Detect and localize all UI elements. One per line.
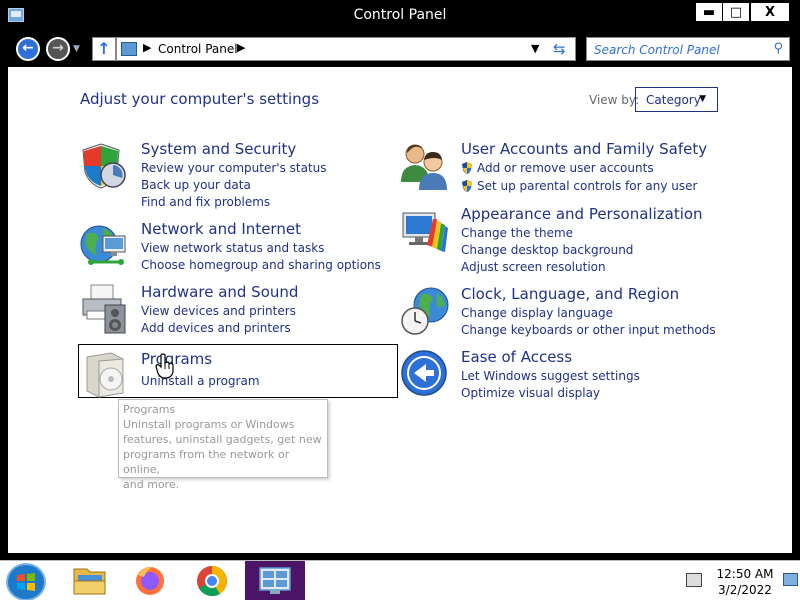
refresh-icon[interactable]: ⇆ xyxy=(553,40,566,58)
taskbar-firefox[interactable] xyxy=(120,561,178,600)
link-add-remove-accounts[interactable]: Add or remove user accounts xyxy=(477,161,654,175)
address-dropdown-icon[interactable]: ▼ xyxy=(531,42,539,55)
control-panel-icon xyxy=(121,42,137,56)
control-panel-icon xyxy=(259,567,291,594)
link-display-language[interactable]: Change display language xyxy=(461,306,613,320)
link-back-up-data[interactable]: Back up your data xyxy=(141,178,251,192)
tooltip-line: programs from the network or online, xyxy=(123,448,290,476)
link-screen-resolution[interactable]: Adjust screen resolution xyxy=(461,260,606,274)
category-user-accounts[interactable]: User Accounts and Family Safety xyxy=(461,140,707,158)
network-tray-icon[interactable] xyxy=(686,573,702,587)
link-view-devices-printers[interactable]: View devices and printers xyxy=(141,304,296,318)
uac-shield-icon xyxy=(462,162,472,174)
start-button[interactable] xyxy=(6,563,46,600)
back-button[interactable]: ← xyxy=(16,37,40,61)
search-placeholder: Search Control Panel xyxy=(594,43,720,57)
link-homegroup-sharing[interactable]: Choose homegroup and sharing options xyxy=(141,258,381,272)
category-programs[interactable]: Programs xyxy=(141,350,212,368)
breadcrumb-separator-icon[interactable]: ▶ xyxy=(237,41,245,54)
link-keyboards-input[interactable]: Change keyboards or other input methods xyxy=(461,323,716,337)
network-globe-icon[interactable] xyxy=(79,220,129,272)
taskbar-file-explorer[interactable] xyxy=(61,561,119,600)
chevron-down-icon: ▼ xyxy=(699,94,706,104)
forward-button[interactable]: → xyxy=(46,37,70,61)
breadcrumb-separator-icon[interactable]: ▶ xyxy=(143,41,151,54)
window-title: Control Panel xyxy=(353,7,447,23)
security-shield-icon[interactable] xyxy=(79,140,129,192)
clock-globe-icon[interactable] xyxy=(399,285,449,337)
search-input[interactable]: Search Control Panel ⚲ xyxy=(586,37,790,61)
category-hardware-sound[interactable]: Hardware and Sound xyxy=(141,283,298,301)
clock-date[interactable]: 3/2/2022 xyxy=(705,583,785,597)
search-icon[interactable]: ⚲ xyxy=(773,41,783,56)
category-ease-of-access[interactable]: Ease of Access xyxy=(461,348,572,366)
folder-icon xyxy=(73,568,106,595)
category-appearance[interactable]: Appearance and Personalization xyxy=(461,205,703,223)
taskbar-control-panel[interactable] xyxy=(245,561,305,600)
address-bar: ← → ▼ ↑ ▶ Control Panel ▶ ▼ ⇆ Search Con… xyxy=(0,32,800,66)
close-button[interactable]: X xyxy=(750,2,790,22)
tooltip-line: and more. xyxy=(123,478,180,491)
programs-tooltip: Programs Uninstall programs or Windows f… xyxy=(118,399,328,491)
hand-cursor-icon xyxy=(155,353,174,379)
title-bar: Control Panel ▬ □ X xyxy=(0,0,800,32)
firefox-icon xyxy=(136,567,164,595)
link-review-status[interactable]: Review your computer's status xyxy=(141,161,327,175)
taskbar: 12:50 AM 3/2/2022 xyxy=(0,560,800,600)
clock-time[interactable]: 12:50 AM xyxy=(705,567,785,581)
link-view-network-status[interactable]: View network status and tasks xyxy=(141,241,324,255)
breadcrumb[interactable]: Control Panel xyxy=(158,42,238,56)
category-network-internet[interactable]: Network and Internet xyxy=(141,220,301,238)
tooltip-line: features, uninstall gadgets, get new xyxy=(123,433,322,446)
tooltip-line: Uninstall programs or Windows xyxy=(123,418,295,431)
user-accounts-icon[interactable] xyxy=(399,140,449,192)
windows-logo-icon xyxy=(17,573,35,591)
ease-of-access-icon[interactable] xyxy=(399,348,449,400)
view-by-select[interactable]: Category ▼ xyxy=(635,87,718,112)
desktop: Control Panel ▬ □ X ← → ▼ ↑ ▶ Control Pa… xyxy=(0,0,800,600)
appearance-monitor-icon[interactable] xyxy=(399,205,449,257)
category-clock-region[interactable]: Clock, Language, and Region xyxy=(461,285,679,303)
view-by-label: View by: xyxy=(589,93,640,107)
chrome-icon xyxy=(197,566,227,597)
link-parental-controls[interactable]: Set up parental controls for any user xyxy=(477,179,697,193)
link-desktop-background[interactable]: Change desktop background xyxy=(461,243,633,257)
taskbar-chrome[interactable] xyxy=(183,561,241,600)
minimize-button[interactable]: ▬ xyxy=(695,2,723,22)
link-suggest-settings[interactable]: Let Windows suggest settings xyxy=(461,369,640,383)
link-optimize-visual[interactable]: Optimize visual display xyxy=(461,386,600,400)
category-system-security[interactable]: System and Security xyxy=(141,140,296,158)
view-by-value: Category xyxy=(646,93,701,107)
maximize-button[interactable]: □ xyxy=(722,2,750,22)
page-title: Adjust your computer's settings xyxy=(80,90,320,108)
show-desktop-icon[interactable] xyxy=(783,573,798,586)
programs-box-icon[interactable] xyxy=(81,347,131,399)
main-content: Adjust your computer's settings View by:… xyxy=(8,67,792,553)
up-button[interactable]: ↑ xyxy=(92,37,116,61)
link-find-fix-problems[interactable]: Find and fix problems xyxy=(141,195,270,209)
printer-speaker-icon[interactable] xyxy=(79,283,129,335)
uac-shield-icon xyxy=(462,180,472,192)
recent-pages-dropdown-icon[interactable]: ▼ xyxy=(73,44,80,54)
link-change-theme[interactable]: Change the theme xyxy=(461,226,573,240)
link-add-devices-printers[interactable]: Add devices and printers xyxy=(141,321,291,335)
address-field[interactable]: ▶ Control Panel ▶ ▼ ⇆ xyxy=(116,37,576,61)
tooltip-title: Programs xyxy=(123,403,176,416)
